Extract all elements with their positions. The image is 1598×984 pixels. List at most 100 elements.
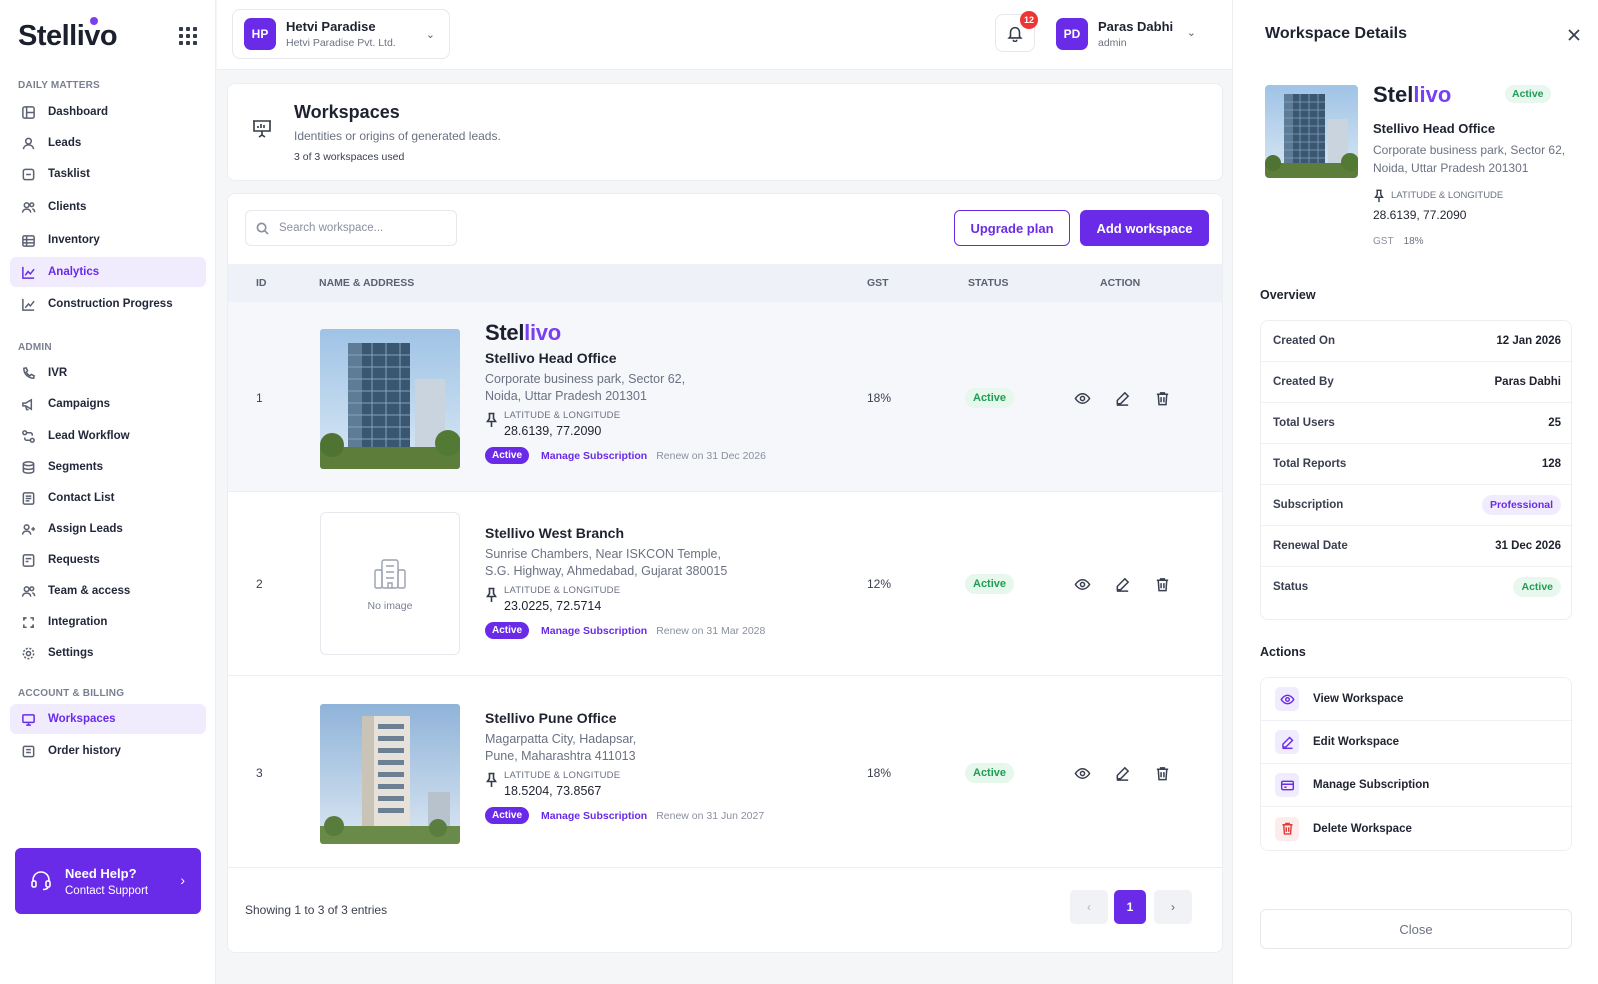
upgrade-plan-button[interactable]: Upgrade plan <box>954 210 1070 246</box>
page-button-current[interactable]: 1 <box>1114 890 1146 924</box>
sidebar-item-label: Workspaces <box>48 713 116 725</box>
close-button[interactable]: Close <box>1260 909 1572 949</box>
user-name: Paras Dabhi <box>1098 19 1174 34</box>
contact-support-card[interactable]: Need Help? Contact Support › <box>15 848 201 914</box>
sidebar-item-clients[interactable]: Clients <box>10 192 206 222</box>
org-legal-name: Hetvi Paradise Pvt. Ltd. <box>286 37 396 49</box>
address-line: Noida, Uttar Pradesh 201301 <box>1373 161 1529 175</box>
manage-subscription-link[interactable]: Manage Subscription <box>541 625 647 637</box>
gear-icon <box>20 645 36 661</box>
org-switcher[interactable]: HP Hetvi Paradise Hetvi Paradise Pvt. Lt… <box>232 9 450 59</box>
megaphone-icon <box>20 396 36 412</box>
subscription-status-badge: Active <box>485 447 530 464</box>
sidebar-item-analytics[interactable]: Analytics <box>10 257 206 287</box>
table-row[interactable]: 2 No image Stellivo West Branch Sunrise … <box>228 492 1222 676</box>
sidebar-item-requests[interactable]: Requests <box>10 545 206 575</box>
sidebar-item-construction-progress[interactable]: Construction Progress <box>10 289 206 319</box>
table-row[interactable]: 3 Stellivo Pune Office Magarpatta City, … <box>228 676 1222 868</box>
sidebar-item-team-access[interactable]: Team & access <box>10 576 206 606</box>
apps-grid-icon[interactable] <box>176 24 198 46</box>
sidebar-item-campaigns[interactable]: Campaigns <box>10 389 206 419</box>
manage-subscription-action[interactable]: Manage Subscription <box>1261 764 1573 807</box>
delete-workspace-action[interactable]: Delete Workspace <box>1261 807 1573 850</box>
sidebar-item-dashboard[interactable]: Dashboard <box>10 97 206 127</box>
row-id: 2 <box>256 577 263 591</box>
view-button[interactable] <box>1071 387 1093 409</box>
view-button[interactable] <box>1071 573 1093 595</box>
sidebar-item-label: Leads <box>48 137 82 149</box>
brand-logo[interactable]: Stellivo <box>18 17 118 53</box>
manage-subscription-link[interactable]: Manage Subscription <box>541 810 647 822</box>
ivr-icon <box>20 365 36 381</box>
gst-value: 18% <box>1403 236 1424 247</box>
sidebar-item-leads[interactable]: Leads <box>10 128 206 158</box>
delete-button[interactable] <box>1151 387 1173 409</box>
sidebar-item-lead-workflow[interactable]: Lead Workflow <box>10 421 206 451</box>
action-label: Edit Workspace <box>1313 736 1400 748</box>
address-line: Corporate business park, Sector 62, <box>485 372 686 386</box>
workspace-address: Magarpatta City, Hadapsar, Pune, Maharash… <box>485 731 765 765</box>
monitor-icon <box>20 711 36 727</box>
coordinates-label: LATITUDE & LONGITUDE <box>504 410 621 421</box>
top-bar: HP Hetvi Paradise Hetvi Paradise Pvt. Lt… <box>217 0 1232 70</box>
table-header: ID NAME & ADDRESS GST STATUS ACTION <box>228 264 1222 302</box>
column-header-name: NAME & ADDRESS <box>319 277 415 289</box>
notifications-button[interactable]: 12 <box>995 11 1038 52</box>
overview-row-created-by: Created By Paras Dabhi <box>1261 362 1573 403</box>
trash-icon <box>1156 391 1168 405</box>
sidebar-item-label: Analytics <box>48 266 100 278</box>
edit-button[interactable] <box>1111 573 1133 595</box>
row-id: 1 <box>256 391 263 405</box>
action-label: View Workspace <box>1313 693 1404 705</box>
delete-button[interactable] <box>1151 573 1173 595</box>
view-button[interactable] <box>1071 762 1093 784</box>
sidebar-item-order-history[interactable]: Order history <box>10 736 206 766</box>
section-daily-matters: DAILY MATTERS <box>18 80 100 91</box>
workspace-brand-logo: Stellivo <box>1373 82 1451 108</box>
help-subtitle: Contact Support <box>65 884 149 897</box>
sidebar-item-ivr[interactable]: IVR <box>10 358 206 388</box>
search-input[interactable] <box>279 222 449 234</box>
integration-icon <box>20 614 36 630</box>
sidebar-item-label: Inventory <box>48 234 100 246</box>
sidebar-item-segments[interactable]: Segments <box>10 452 206 482</box>
overview-value: 128 <box>1541 458 1561 470</box>
manage-subscription-link[interactable]: Manage Subscription <box>541 450 647 462</box>
edit-button[interactable] <box>1111 762 1133 784</box>
user-role: admin <box>1098 37 1127 49</box>
user-menu[interactable]: PD Paras Dabhi admin ⌄ <box>1056 14 1226 54</box>
edit-workspace-action[interactable]: Edit Workspace <box>1261 721 1573 764</box>
actions-title: Actions <box>1260 645 1306 659</box>
sidebar-item-inventory[interactable]: Inventory <box>10 225 206 255</box>
search-box[interactable] <box>245 210 457 246</box>
workspace-photo <box>320 329 460 469</box>
chevron-down-icon: ⌄ <box>1186 27 1196 39</box>
org-name: Hetvi Paradise <box>286 19 376 34</box>
table-row[interactable]: 1 Stellivo Stellivo Head Office Corporat… <box>228 302 1222 492</box>
section-account-billing: ACCOUNT & BILLING <box>18 688 125 699</box>
next-page-button[interactable]: › <box>1154 890 1192 924</box>
add-workspace-button[interactable]: Add workspace <box>1080 210 1209 246</box>
overview-value: 31 Dec 2026 <box>1495 540 1561 552</box>
close-icon <box>1568 29 1580 41</box>
coordinates-label: LATITUDE & LONGITUDE <box>504 585 621 596</box>
edit-button[interactable] <box>1111 387 1133 409</box>
workspace-info: Stellivo Stellivo Head Office Corporate … <box>485 320 766 464</box>
workspace-usage: 3 of 3 workspaces used <box>294 151 405 163</box>
sidebar-item-contact-list[interactable]: Contact List <box>10 483 206 513</box>
subscription-line: Active Manage Subscription Renew on 31 M… <box>485 622 765 639</box>
sidebar-item-workspaces[interactable]: Workspaces <box>10 704 206 734</box>
sidebar-item-settings[interactable]: Settings <box>10 638 206 668</box>
sidebar-item-label: Campaigns <box>48 398 110 410</box>
view-workspace-action[interactable]: View Workspace <box>1261 678 1573 721</box>
sidebar-item-tasklist[interactable]: Tasklist <box>10 159 206 189</box>
trash-icon <box>1156 577 1168 591</box>
sidebar-item-assign-leads[interactable]: Assign Leads <box>10 514 206 544</box>
subscription-badge: Professional <box>1481 495 1561 515</box>
prev-page-button[interactable]: ‹ <box>1070 890 1108 924</box>
coordinates: LATITUDE & LONGITUDE 28.6139, 77.2090 <box>485 410 766 438</box>
delete-button[interactable] <box>1151 762 1173 784</box>
close-panel-button[interactable] <box>1563 24 1585 46</box>
row-actions <box>1071 573 1191 595</box>
sidebar-item-integration[interactable]: Integration <box>10 607 206 637</box>
